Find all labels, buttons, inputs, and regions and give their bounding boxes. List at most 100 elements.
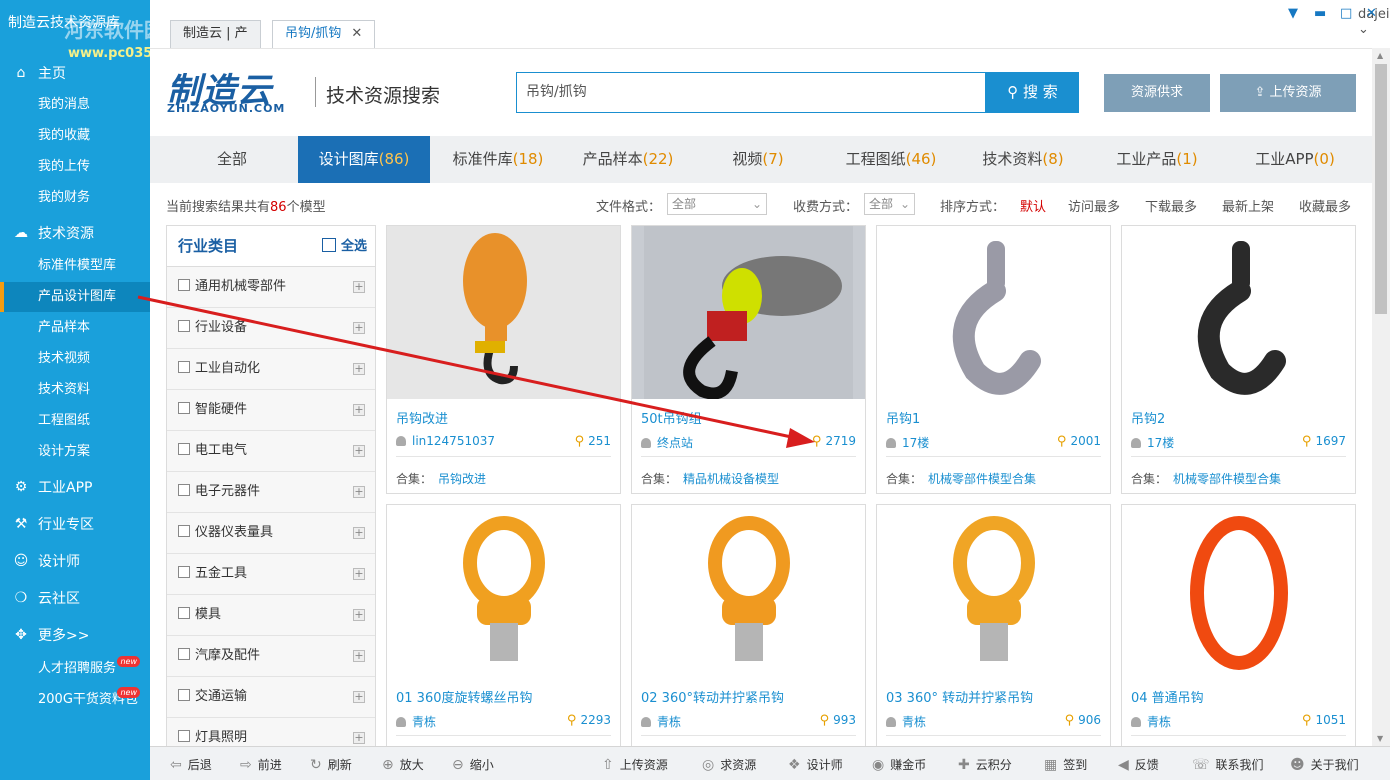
nav-my-finance[interactable]: 我的财务 — [0, 183, 150, 213]
cat-industrial-products[interactable]: 工业产品(1) — [1096, 136, 1218, 183]
checkbox[interactable] — [178, 320, 190, 332]
toolbar-feedback-button[interactable]: ◀ 反馈 — [1118, 756, 1159, 773]
expand-icon[interactable]: + — [353, 445, 365, 457]
menu-icon[interactable]: ▼ — [1288, 6, 1298, 21]
nav-home[interactable]: ⌂ 主页 — [0, 58, 150, 88]
product-thumbnail[interactable] — [1122, 226, 1355, 399]
product-author[interactable]: 17楼 — [902, 436, 929, 450]
nav-design-library[interactable]: 产品设计图库 — [0, 282, 150, 312]
cat-design-library[interactable]: 设计图库(86) — [298, 136, 430, 183]
close-window-icon[interactable]: ✕ — [1366, 6, 1377, 21]
nav-drawings[interactable]: 工程图纸 — [0, 406, 150, 436]
scroll-up-icon[interactable]: ▲ — [1377, 51, 1383, 60]
nav-recruitment[interactable]: 人才招聘服务 new — [0, 654, 150, 684]
nav-product-samples[interactable]: 产品样本 — [0, 313, 150, 343]
toolbar-request-button[interactable]: ◎ 求资源 — [702, 756, 756, 773]
product-thumbnail[interactable] — [632, 226, 865, 399]
search-button[interactable]: ⚲ 搜 索 — [986, 72, 1079, 113]
product-author[interactable]: 青栋 — [657, 715, 681, 729]
product-author[interactable]: 终点站 — [657, 436, 693, 450]
select-all-checkbox[interactable]: 全选 — [321, 226, 367, 267]
category-item[interactable]: 电工电气 + — [167, 431, 375, 472]
nav-community[interactable]: ❍ 云社区 — [0, 583, 150, 613]
product-title[interactable]: 吊钩改进 — [396, 408, 448, 427]
nav-design-plans[interactable]: 设计方案 — [0, 437, 150, 467]
product-title[interactable]: 吊钩2 — [1131, 408, 1165, 427]
toolbar-zoom-out-button[interactable]: ⊖ 缩小 — [452, 756, 494, 773]
product-thumbnail[interactable] — [387, 226, 620, 399]
product-thumbnail[interactable] — [632, 505, 865, 678]
checkbox[interactable] — [178, 525, 190, 537]
toolbar-gift-button[interactable]: ✚ 云积分 — [958, 756, 1012, 773]
sort-newest[interactable]: 最新上架 — [1222, 196, 1274, 215]
category-item[interactable]: 智能硬件 + — [167, 390, 375, 431]
toolbar-forward-button[interactable]: ⇨ 前进 — [240, 756, 282, 773]
cat-industrial-app[interactable]: 工业APP(0) — [1230, 136, 1360, 183]
sort-most-visited[interactable]: 访问最多 — [1068, 196, 1120, 215]
product-author[interactable]: lin124751037 — [412, 434, 495, 448]
toolbar-phone-button[interactable]: ☏ 联系我们 — [1192, 756, 1264, 773]
product-thumbnail[interactable] — [877, 505, 1110, 678]
category-item[interactable]: 交通运输 + — [167, 677, 375, 718]
product-author[interactable]: 青栋 — [1147, 715, 1171, 729]
category-item[interactable]: 行业设备 + — [167, 308, 375, 349]
product-card[interactable]: 吊钩改进 lin124751037 ⚲ 251 合集： 吊钩改进 — [386, 225, 621, 494]
expand-icon[interactable]: + — [353, 322, 365, 334]
maximize-icon[interactable]: □ — [1340, 6, 1352, 21]
product-title[interactable]: 50t吊钩组 — [641, 408, 702, 427]
nav-industrial-app[interactable]: ⚙ 工业APP — [0, 472, 150, 502]
product-title[interactable]: 02 360°转动并拧紧吊钩 — [641, 687, 784, 706]
product-thumbnail[interactable] — [877, 226, 1110, 399]
cat-tech-docs[interactable]: 技术资料(8) — [962, 136, 1084, 183]
nav-industry-zone[interactable]: ⚒ 行业专区 — [0, 509, 150, 539]
cat-product-samples[interactable]: 产品样本(22) — [568, 136, 688, 183]
product-card[interactable]: 50t吊钩组 终点站 ⚲ 2719 合集： 精品机械设备模型 — [631, 225, 866, 494]
fee-select[interactable]: 全部 ⌄ — [864, 193, 915, 215]
product-card[interactable]: 吊钩1 17楼 ⚲ 2001 合集： 机械零部件模型合集 — [876, 225, 1111, 494]
cat-all[interactable]: 全部 — [160, 136, 304, 183]
sort-most-favorited[interactable]: 收藏最多 — [1299, 196, 1351, 215]
nav-my-messages[interactable]: 我的消息 — [0, 90, 150, 120]
expand-icon[interactable]: + — [353, 404, 365, 416]
collection-link[interactable]: 机械零部件模型合集 — [1173, 472, 1281, 486]
upload-resource-button[interactable]: ⇪ 上传资源 — [1220, 74, 1356, 112]
checkbox[interactable] — [178, 279, 190, 291]
checkbox[interactable] — [178, 402, 190, 414]
product-card[interactable]: 01 360度旋转螺丝吊钩 青栋 ⚲ 2293 — [386, 504, 621, 750]
sort-most-downloaded[interactable]: 下载最多 — [1145, 196, 1197, 215]
nav-my-favorites[interactable]: 我的收藏 — [0, 121, 150, 151]
scroll-down-icon[interactable]: ▼ — [1377, 734, 1383, 743]
expand-icon[interactable]: + — [353, 568, 365, 580]
nav-my-uploads[interactable]: 我的上传 — [0, 152, 150, 182]
toolbar-zoom-in-button[interactable]: ⊕ 放大 — [382, 756, 424, 773]
close-icon[interactable]: ✕ — [351, 26, 362, 41]
product-card[interactable]: 02 360°转动并拧紧吊钩 青栋 ⚲ 993 — [631, 504, 866, 750]
toolbar-back-button[interactable]: ⇦ 后退 — [170, 756, 212, 773]
cat-drawings[interactable]: 工程图纸(46) — [830, 136, 952, 183]
collection-link[interactable]: 吊钩改进 — [438, 472, 486, 486]
checkbox[interactable] — [178, 689, 190, 701]
checkbox[interactable] — [178, 484, 190, 496]
product-thumbnail[interactable] — [387, 505, 620, 678]
search-input[interactable]: 吊钩/抓钩 — [516, 72, 986, 113]
toolbar-handshake-button[interactable]: ❖ 设计师 — [788, 756, 843, 773]
toolbar-upload-button[interactable]: ⇧ 上传资源 — [602, 756, 668, 773]
checkbox[interactable] — [178, 566, 190, 578]
nav-more[interactable]: ✥ 更多>> — [0, 620, 150, 650]
category-item[interactable]: 电子元器件 + — [167, 472, 375, 513]
tab-search[interactable]: 吊钩/抓钩 ✕ — [272, 20, 376, 48]
minimize-icon[interactable]: ▬ — [1314, 6, 1326, 21]
category-item[interactable]: 工业自动化 + — [167, 349, 375, 390]
expand-icon[interactable]: + — [353, 363, 365, 375]
expand-icon[interactable]: + — [353, 527, 365, 539]
supply-demand-button[interactable]: 资源供求 — [1104, 74, 1210, 112]
product-title[interactable]: 04 普通吊钩 — [1131, 687, 1204, 706]
checkbox[interactable] — [178, 443, 190, 455]
category-item[interactable]: 五金工具 + — [167, 554, 375, 595]
format-select[interactable]: 全部 ⌄ — [667, 193, 767, 215]
product-card[interactable]: 04 普通吊钩 青栋 ⚲ 1051 — [1121, 504, 1356, 750]
checkbox[interactable] — [178, 730, 190, 742]
toolbar-coin-button[interactable]: ◉ 赚金币 — [872, 756, 926, 773]
expand-icon[interactable]: + — [353, 281, 365, 293]
toolbar-calendar-button[interactable]: ▦ 签到 — [1044, 756, 1087, 773]
